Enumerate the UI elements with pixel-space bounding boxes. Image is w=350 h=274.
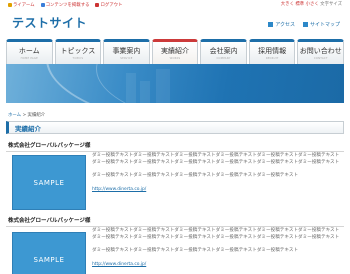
- logout-icon: [95, 3, 100, 7]
- nav-service[interactable]: 事業案内 SERVICE: [103, 39, 150, 64]
- work-entry-url[interactable]: http://www.dinerta.co.jp/: [92, 186, 342, 193]
- nav-contact[interactable]: お問い合わせ CONTACT: [297, 39, 345, 64]
- font-size-small[interactable]: 小さく: [306, 2, 319, 7]
- global-nav: ホーム HOME PAGE トピックス TOPICS 事業案内 SERVICE 実績紹…: [0, 39, 350, 64]
- work-entry-description: ダミー投稿テキストダミー投稿テキストダミー投稿テキストダミー投稿テキストダミー投…: [92, 152, 342, 193]
- banner-decor: [96, 64, 344, 103]
- work-entry-description: ダミー投稿テキストダミー投稿テキストダミー投稿テキストダミー投稿テキストダミー投…: [92, 227, 342, 268]
- work-entry-thumbnail: SAMPLE: [12, 232, 86, 274]
- nav-works[interactable]: 実績紹介 WORKS: [151, 39, 199, 64]
- nav-topics[interactable]: トピックス TOPICS: [54, 39, 102, 64]
- work-entry-text-2: ダミー投稿テキストダミー投稿テキストダミー投稿テキストダミー投稿テキストダミー投…: [92, 248, 299, 254]
- font-size-normal[interactable]: 標準: [295, 2, 304, 7]
- work-entry: 株式会社グローバルパッケージ様 SAMPLE ダミー投稿テキストダミー投稿テキス…: [6, 216, 344, 274]
- access-link[interactable]: アクセス: [268, 21, 295, 28]
- breadcrumb-home[interactable]: ホーム: [8, 113, 21, 118]
- breadcrumb-current: 実績紹介: [27, 113, 46, 118]
- nav-recruit[interactable]: 採用情報 RECRUIT: [248, 39, 296, 64]
- work-entry-thumbnail: SAMPLE: [12, 155, 86, 210]
- map-icon: [268, 22, 274, 27]
- font-size-label: 文字サイズ: [320, 2, 342, 7]
- toplink-1[interactable]: ライアーム: [8, 1, 35, 9]
- header-utility: アクセス サイトマップ: [268, 21, 340, 28]
- toplink-3[interactable]: ログアウト: [95, 1, 122, 9]
- work-entry-url[interactable]: http://www.dinerta.co.jp/: [92, 261, 342, 268]
- toplink-2[interactable]: コンテンツを掲載する: [40, 1, 89, 9]
- breadcrumb: ホーム > 実績紹介: [8, 112, 45, 118]
- work-entry-text-1: ダミー投稿テキストダミー投稿テキストダミー投稿テキストダミー投稿テキストダミー投…: [92, 153, 340, 166]
- work-entry: 株式会社グローバルパッケージ様 SAMPLE ダミー投稿テキストダミー投稿テキス…: [6, 141, 344, 215]
- sitemap-icon: [302, 22, 308, 27]
- font-size-switcher: 大きく 標準 小さく 文字サイズ: [281, 1, 342, 7]
- site-title[interactable]: テストサイト: [12, 14, 87, 31]
- edit-icon: [40, 3, 45, 7]
- work-entry-text-1: ダミー投稿テキストダミー投稿テキストダミー投稿テキストダミー投稿テキストダミー投…: [92, 228, 340, 241]
- work-entry-text-2: ダミー投稿テキストダミー投稿テキストダミー投稿テキストダミー投稿テキストダミー投…: [92, 173, 299, 179]
- header-banner-image: [6, 64, 344, 103]
- sitemap-link[interactable]: サイトマップ: [302, 21, 340, 28]
- nav-home[interactable]: ホーム HOME PAGE: [6, 39, 53, 64]
- work-entry-name: 株式会社グローバルパッケージ様: [8, 218, 91, 224]
- top-utility-links: ライアーム コンテンツを掲載する ログアウト: [8, 1, 122, 9]
- feed-icon: [8, 3, 12, 7]
- nav-company[interactable]: 会社案内 COMPANY: [200, 39, 247, 64]
- work-entry-name: 株式会社グローバルパッケージ様: [8, 143, 91, 149]
- page-heading: 実績紹介: [6, 121, 344, 134]
- breadcrumb-separator: >: [22, 113, 27, 118]
- font-size-large[interactable]: 大きく: [281, 2, 294, 7]
